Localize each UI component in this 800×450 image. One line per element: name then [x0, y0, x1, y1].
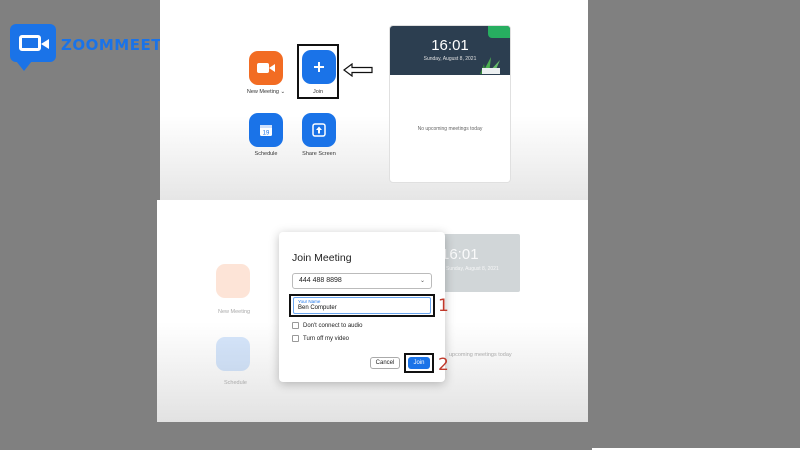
- join-highlight-box-2: Join: [404, 353, 434, 373]
- clock-header: 16:01 Sunday, August 8, 2021: [390, 26, 510, 75]
- new-meeting-label: New Meeting ⌄: [246, 89, 286, 95]
- audio-option[interactable]: Don't connect to audio: [292, 322, 363, 329]
- name-highlight-box: Your Name Ben Computer: [289, 294, 435, 317]
- meeting-id-select[interactable]: 444 488 8898 ⌄: [292, 273, 432, 289]
- your-name-label: Your Name: [298, 299, 321, 304]
- video-checkbox[interactable]: [292, 335, 299, 342]
- cancel-button[interactable]: Cancel: [370, 357, 400, 369]
- clock-time: 16:01: [431, 37, 469, 54]
- pointer-arrow-icon: [343, 63, 373, 77]
- your-name-value: Ben Computer: [298, 305, 337, 311]
- video-option[interactable]: Turn off my video: [292, 335, 349, 342]
- faded-no-meetings: upcoming meetings today: [449, 352, 512, 358]
- step-number-2: 2: [438, 355, 449, 375]
- join-highlight-box: [297, 44, 339, 99]
- share-up-arrow-icon: [312, 123, 326, 137]
- video-camera-icon: [10, 24, 56, 71]
- dialog-title: Join Meeting: [292, 252, 352, 264]
- audio-option-label: Don't connect to audio: [303, 322, 363, 329]
- share-screen-label: Share Screen: [302, 151, 336, 157]
- meeting-id-value: 444 488 8898: [299, 277, 342, 284]
- calendar-icon: 19: [260, 125, 272, 137]
- faded-new-meeting-tile: [216, 264, 250, 298]
- video-camera-icon: [257, 63, 275, 73]
- plant-icon: [480, 57, 500, 74]
- zoommeeting-logo: ZOOMMEETING: [8, 22, 193, 72]
- faded-new-meeting-label: New Meeting: [218, 309, 251, 315]
- faded-clock-card: [438, 234, 520, 292]
- no-meetings-text: No upcoming meetings today: [417, 126, 483, 132]
- audio-checkbox[interactable]: [292, 322, 299, 329]
- faded-clock-date: Sunday, August 8, 2021: [446, 266, 499, 272]
- faded-clock-time: 16:01: [441, 246, 479, 263]
- zoom-home-panel: [160, 0, 588, 200]
- step-number-1: 1: [438, 296, 449, 316]
- upcoming-meetings-card: 16:01 Sunday, August 8, 2021 No upcoming…: [389, 25, 511, 183]
- video-option-label: Turn off my video: [303, 335, 350, 342]
- dialog-join-button[interactable]: Join: [408, 357, 430, 369]
- svg-text:19: 19: [263, 131, 270, 137]
- chevron-down-icon[interactable]: ⌄: [420, 277, 425, 284]
- faded-schedule-label: Schedule: [224, 380, 247, 386]
- schedule-label: Schedule: [254, 151, 278, 157]
- join-meeting-dialog: Join Meeting 444 488 8898 ⌄ Your Name Be…: [279, 232, 445, 382]
- faded-schedule-tile: [216, 337, 250, 371]
- your-name-input[interactable]: Your Name Ben Computer: [293, 297, 431, 314]
- share-screen-button[interactable]: [302, 113, 336, 147]
- new-meeting-button[interactable]: [249, 51, 283, 85]
- schedule-button[interactable]: 19: [249, 113, 283, 147]
